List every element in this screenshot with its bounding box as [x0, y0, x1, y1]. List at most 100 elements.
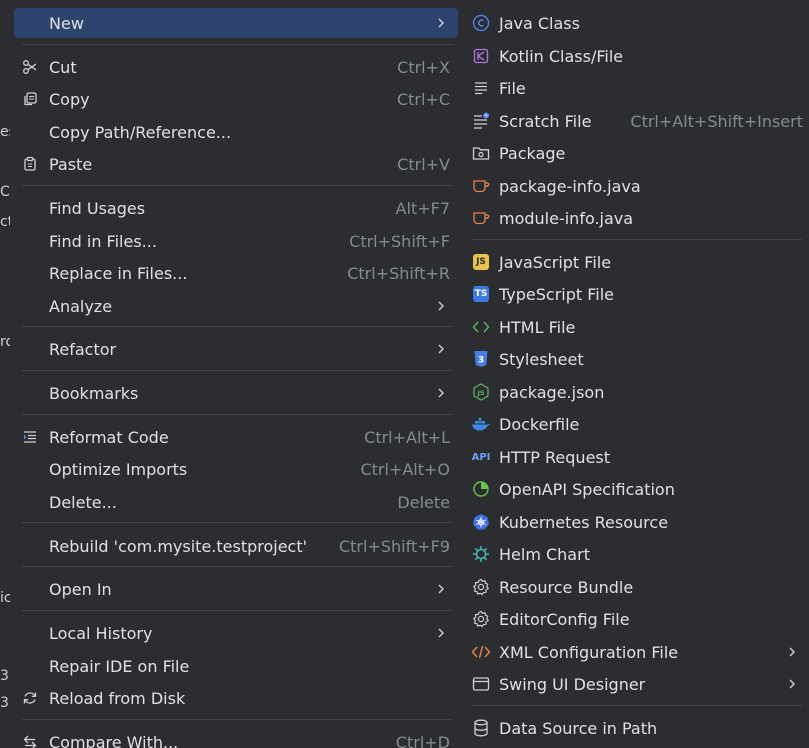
- menu-item-replace-in-files[interactable]: Replace in Files... Ctrl+Shift+R: [14, 258, 458, 288]
- submenu-item-typescript-file[interactable]: TS TypeScript File: [466, 279, 809, 309]
- submenu-item-xml-config[interactable]: XML Configuration File: [466, 637, 809, 667]
- menu-item-label: Find in Files...: [49, 231, 157, 251]
- menu-item-shortcut: Delete: [397, 492, 450, 512]
- paste-icon: [20, 154, 40, 174]
- menu-item-shortcut: Ctrl+Shift+R: [347, 263, 450, 283]
- typescript-icon: TS: [471, 284, 491, 304]
- chevron-right-icon: [438, 18, 444, 28]
- submenu-item-label: Data Source in Path: [499, 718, 658, 738]
- submenu-item-label: TypeScript File: [499, 284, 615, 304]
- menu-item-shortcut: Ctrl+Alt+L: [364, 427, 450, 447]
- scratch-file-icon: [471, 111, 491, 131]
- submenu-item-resource-bundle[interactable]: Resource Bundle: [466, 572, 809, 602]
- menu-item-label: Rebuild 'com.mysite.testproject': [49, 536, 308, 556]
- submenu-item-label: Dockerfile: [499, 414, 580, 434]
- submenu-item-label: XML Configuration File: [499, 642, 679, 662]
- submenu-item-label: Stylesheet: [499, 349, 584, 369]
- menu-item-label: Copy: [49, 89, 90, 109]
- menu-item-rebuild[interactable]: Rebuild 'com.mysite.testproject' Ctrl+Sh…: [14, 531, 458, 561]
- menu-separator: [22, 370, 452, 371]
- menu-separator: [472, 705, 802, 706]
- menu-separator: [472, 239, 802, 240]
- svg-text:JS: JS: [476, 389, 484, 397]
- menu-item-shortcut: Ctrl+Alt+O: [360, 459, 450, 479]
- submenu-item-scratch-file[interactable]: Scratch File Ctrl+Alt+Shift+Insert: [466, 106, 809, 136]
- submenu-item-dockerfile[interactable]: Dockerfile: [466, 409, 809, 439]
- menu-item-label: Reload from Disk: [49, 688, 186, 708]
- menu-separator: [22, 610, 452, 611]
- css-icon: 3: [471, 349, 491, 369]
- svg-text:3: 3: [478, 356, 484, 366]
- menu-item-find-usages[interactable]: Find Usages Alt+F7: [14, 193, 458, 223]
- submenu-item-kotlin-class[interactable]: Kotlin Class/File: [466, 41, 809, 71]
- submenu-item-shortcut: Ctrl+Alt+Shift+Insert: [630, 111, 803, 131]
- submenu-item-helm-chart[interactable]: Helm Chart: [466, 539, 809, 569]
- submenu-item-label: OpenAPI Specification: [499, 479, 675, 499]
- menu-item-analyze[interactable]: Analyze: [14, 291, 458, 321]
- menu-item-local-history[interactable]: Local History: [14, 618, 458, 648]
- submenu-item-http-request[interactable]: API HTTP Request: [466, 442, 809, 472]
- menu-item-compare-with[interactable]: Compare With... Ctrl+D: [14, 727, 458, 748]
- submenu-item-file[interactable]: File: [466, 73, 809, 103]
- submenu-item-label: Helm Chart: [499, 544, 590, 564]
- menu-item-bookmarks[interactable]: Bookmarks: [14, 378, 458, 408]
- menu-item-reload-from-disk[interactable]: Reload from Disk: [14, 683, 458, 713]
- submenu-item-label: EditorConfig File: [499, 609, 630, 629]
- submenu-item-label: Java Class: [499, 13, 580, 33]
- menu-item-label: Bookmarks: [49, 383, 139, 403]
- copy-icon: [20, 89, 40, 109]
- submenu-item-label: package.json: [499, 382, 605, 402]
- menu-item-label: Compare With...: [49, 732, 179, 748]
- chevron-right-icon: [438, 388, 444, 398]
- chevron-right-icon: [438, 344, 444, 354]
- menu-item-label: Replace in Files...: [49, 263, 188, 283]
- java-cup-icon: [471, 208, 491, 228]
- submenu-item-editorconfig[interactable]: EditorConfig File: [466, 604, 809, 634]
- submenu-item-package[interactable]: Package: [466, 138, 809, 168]
- chevron-right-icon: [789, 679, 795, 689]
- menu-item-shortcut: Ctrl+Shift+F: [349, 231, 450, 251]
- reformat-icon: [20, 427, 40, 447]
- gear-icon: [471, 577, 491, 597]
- submenu-item-label: Package: [499, 143, 566, 163]
- menu-item-open-in[interactable]: Open In: [14, 574, 458, 604]
- menu-item-optimize-imports[interactable]: Optimize Imports Ctrl+Alt+O: [14, 454, 458, 484]
- submenu-item-java-class[interactable]: Java Class: [466, 8, 809, 38]
- menu-item-copy[interactable]: Copy Ctrl+C: [14, 84, 458, 114]
- submenu-item-stylesheet[interactable]: 3 Stylesheet: [466, 344, 809, 374]
- menu-item-new[interactable]: New: [14, 8, 458, 38]
- java-class-icon: [471, 13, 491, 33]
- menu-separator: [22, 44, 452, 45]
- submenu-item-module-info[interactable]: module-info.java: [466, 203, 809, 233]
- nodejs-icon: JS: [471, 382, 491, 402]
- submenu-item-label: HTTP Request: [499, 447, 611, 467]
- menu-item-shortcut: Ctrl+C: [396, 89, 450, 109]
- menu-item-cut[interactable]: Cut Ctrl+X: [14, 52, 458, 82]
- submenu-item-package-json[interactable]: JS package.json: [466, 377, 809, 407]
- submenu-item-html-file[interactable]: HTML File: [466, 312, 809, 342]
- xml-icon: [471, 642, 491, 662]
- menu-item-copy-path[interactable]: Copy Path/Reference...: [14, 117, 458, 147]
- menu-item-label: Analyze: [49, 296, 113, 316]
- submenu-item-label: Scratch File: [499, 111, 592, 131]
- menu-item-label: Refactor: [49, 339, 117, 359]
- submenu-item-data-source[interactable]: Data Source in Path: [466, 713, 809, 743]
- submenu-item-javascript-file[interactable]: JS JavaScript File: [466, 247, 809, 277]
- submenu-item-package-info[interactable]: package-info.java: [466, 171, 809, 201]
- menu-item-label: Local History: [49, 623, 153, 643]
- menu-item-reformat-code[interactable]: Reformat Code Ctrl+Alt+L: [14, 422, 458, 452]
- menu-item-label: New: [49, 13, 84, 33]
- menu-item-find-in-files[interactable]: Find in Files... Ctrl+Shift+F: [14, 226, 458, 256]
- submenu-item-openapi[interactable]: OpenAPI Specification: [466, 474, 809, 504]
- submenu-item-kubernetes[interactable]: Kubernetes Resource: [466, 507, 809, 537]
- menu-item-paste[interactable]: Paste Ctrl+V: [14, 149, 458, 179]
- menu-item-refactor[interactable]: Refactor: [14, 334, 458, 364]
- java-cup-icon: [471, 176, 491, 196]
- menu-item-delete[interactable]: Delete... Delete: [14, 487, 458, 517]
- menu-item-repair-ide[interactable]: Repair IDE on File: [14, 651, 458, 681]
- reload-icon: [20, 688, 40, 708]
- menu-item-label: Copy Path/Reference...: [49, 122, 232, 142]
- menu-separator: [22, 566, 452, 567]
- submenu-item-label: Swing UI Designer: [499, 674, 646, 694]
- submenu-item-swing-ui-designer[interactable]: Swing UI Designer: [466, 669, 809, 699]
